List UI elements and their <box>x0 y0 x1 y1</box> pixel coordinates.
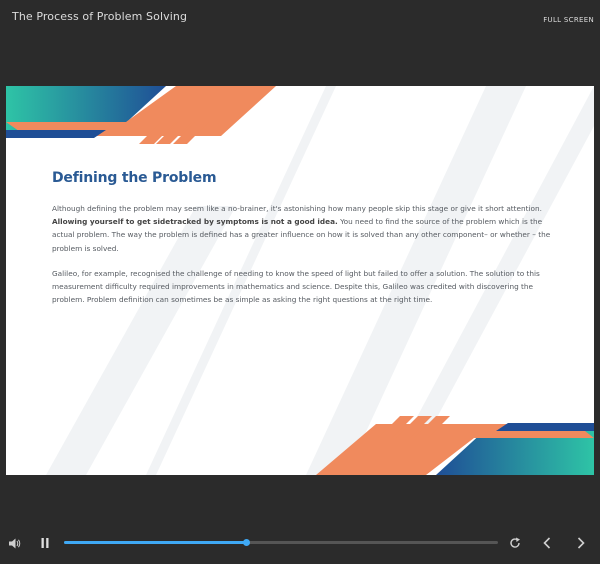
paragraph-2: Galileo, for example, recognised the cha… <box>52 268 540 305</box>
paragraph-1-start: Although defining the problem may seem l… <box>52 204 542 213</box>
pause-button[interactable] <box>37 534 53 552</box>
next-icon <box>577 537 585 549</box>
progress-handle[interactable] <box>243 539 251 546</box>
slide-heading: Defining the Problem <box>52 170 217 186</box>
previous-button[interactable] <box>538 534 556 552</box>
volume-button[interactable] <box>6 534 24 552</box>
replay-button[interactable] <box>506 534 524 552</box>
progress-fill <box>64 541 247 544</box>
player-controls <box>0 528 600 558</box>
volume-icon <box>9 538 21 548</box>
slide: Defining the Problem Although defining t… <box>6 86 594 475</box>
paragraph-1-bold: Allowing yourself to get sidetracked by … <box>52 217 338 227</box>
slide-content: Defining the Problem Although defining t… <box>52 170 552 306</box>
player-header: The Process of Problem Solving FULL SCRE… <box>0 0 600 40</box>
fullscreen-button[interactable]: FULL SCREEN <box>543 16 594 24</box>
next-button[interactable] <box>572 534 590 552</box>
prev-icon <box>543 537 551 549</box>
pause-icon <box>41 538 49 548</box>
progress-bar[interactable] <box>64 539 498 546</box>
paragraph-1: Although defining the problem may seem l… <box>52 202 552 255</box>
course-title: The Process of Problem Solving <box>12 10 188 23</box>
replay-icon <box>510 537 520 548</box>
